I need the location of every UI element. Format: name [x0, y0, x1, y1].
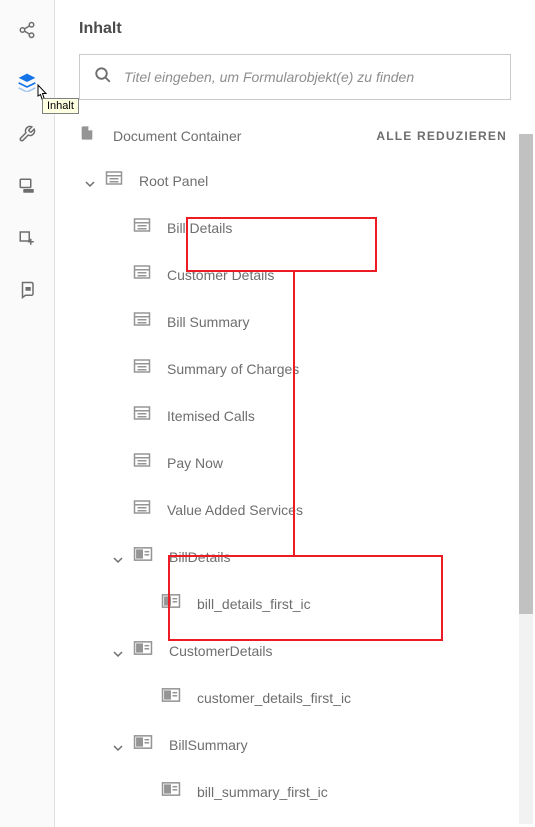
- fragment-icon: [133, 546, 153, 567]
- tooltip: Inhalt: [42, 98, 79, 114]
- data-icon[interactable]: [17, 280, 37, 300]
- node-label: bill_details_first_ic: [197, 596, 311, 612]
- fragment-icon: [133, 640, 153, 661]
- search-icon: [94, 66, 112, 89]
- document-icon: [79, 124, 95, 147]
- tree-node-root-panel[interactable]: Root Panel: [55, 157, 521, 204]
- tree-node-bill-summary-first-ic[interactable]: bill_summary_first_ic: [55, 768, 521, 815]
- panel-icon: [133, 405, 151, 426]
- fragment-icon: [161, 593, 181, 614]
- main-panel: Inhalt Document Container ALLE REDUZIERE…: [55, 0, 535, 827]
- fragment-icon: [161, 687, 181, 708]
- tree-node-customerdetails-fragment[interactable]: CustomerDetails: [55, 627, 521, 674]
- node-label: Summary of Charges: [167, 361, 299, 377]
- tree-header: Document Container ALLE REDUZIEREN: [55, 118, 521, 157]
- node-label: Root Panel: [139, 173, 208, 189]
- scrollbar-thumb[interactable]: [519, 134, 533, 614]
- share-icon[interactable]: [17, 20, 37, 40]
- fragment-icon: [133, 734, 153, 755]
- tree-node-itemised-calls[interactable]: Itemised Calls: [55, 392, 521, 439]
- panel-icon: [105, 170, 123, 191]
- node-label: Bill Summary: [167, 314, 249, 330]
- tree-node-customer-details-first-ic[interactable]: customer_details_first_ic: [55, 674, 521, 721]
- tree-header-title: Document Container: [113, 128, 376, 144]
- node-label: Itemised Calls: [167, 408, 255, 424]
- panel-icon: [133, 358, 151, 379]
- node-label: BillDetails: [169, 549, 230, 565]
- node-label: CustomerDetails: [169, 643, 272, 659]
- tree-node-bill-summary[interactable]: Bill Summary: [55, 298, 521, 345]
- node-label: Pay Now: [167, 455, 223, 471]
- tree-node-bill-details[interactable]: Bill Details: [55, 204, 521, 251]
- node-label: Bill Details: [167, 220, 232, 236]
- node-label: Value Added Services: [167, 502, 303, 518]
- layers-icon[interactable]: [17, 72, 37, 92]
- panel-icon: [133, 264, 151, 285]
- tree-node-pay-now[interactable]: Pay Now: [55, 439, 521, 486]
- tree-node-customer-details[interactable]: Customer Details: [55, 251, 521, 298]
- panel-icon: [133, 311, 151, 332]
- left-rail: [0, 0, 55, 827]
- tree-node-bill-details-first-ic[interactable]: bill_details_first_ic: [55, 580, 521, 627]
- chevron-down-icon[interactable]: [85, 176, 95, 186]
- chevron-down-icon[interactable]: [113, 646, 123, 656]
- chevron-down-icon[interactable]: [113, 740, 123, 750]
- panel-icon: [133, 452, 151, 473]
- tree-node-summary-charges[interactable]: Summary of Charges: [55, 345, 521, 392]
- panel-icon: [133, 217, 151, 238]
- tree-node-billdetails-fragment[interactable]: BillDetails: [55, 533, 521, 580]
- highlight-connector: [293, 272, 295, 555]
- tree-node-billsummary-fragment[interactable]: BillSummary: [55, 721, 521, 768]
- chevron-down-icon[interactable]: [113, 552, 123, 562]
- add-content-icon[interactable]: [17, 228, 37, 248]
- node-label: bill_summary_first_ic: [197, 784, 328, 800]
- node-label: customer_details_first_ic: [197, 690, 351, 706]
- panel-title: Inhalt: [55, 0, 535, 54]
- node-label: Customer Details: [167, 267, 274, 283]
- panel-icon: [133, 499, 151, 520]
- search-box[interactable]: [79, 54, 511, 100]
- assets-icon[interactable]: [17, 176, 37, 196]
- search-input[interactable]: [124, 69, 496, 85]
- tree-node-value-added[interactable]: Value Added Services: [55, 486, 521, 533]
- node-label: BillSummary: [169, 737, 248, 753]
- wrench-icon[interactable]: [17, 124, 37, 144]
- collapse-all-button[interactable]: ALLE REDUZIEREN: [376, 129, 507, 143]
- fragment-icon: [161, 781, 181, 802]
